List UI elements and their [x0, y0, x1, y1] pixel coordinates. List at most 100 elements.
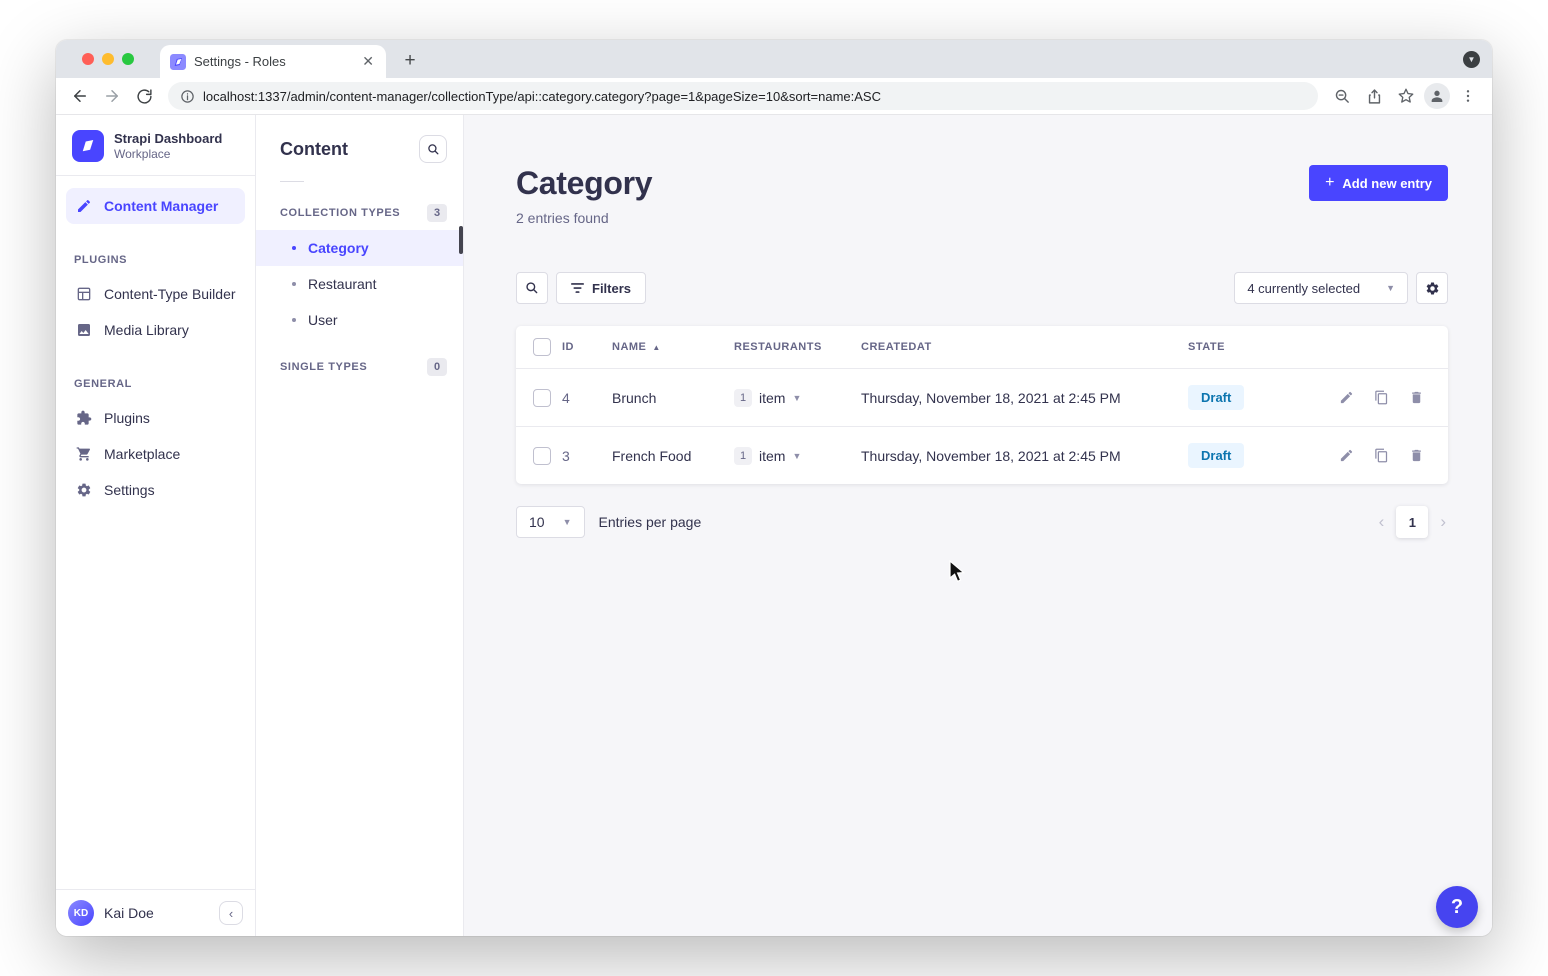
entries-table: ID NAME▲ RESTAURANTS CREATEDAT STATE 4 B…	[516, 326, 1448, 484]
filters-button[interactable]: Filters	[556, 272, 646, 304]
window-close-button[interactable]	[82, 53, 94, 65]
page-size-select[interactable]: 10 ▼	[516, 506, 585, 538]
previous-page-icon[interactable]: ‹	[1377, 512, 1387, 532]
help-button[interactable]: ?	[1436, 886, 1478, 928]
subnav-item-label: Category	[308, 240, 369, 256]
subnav-item-restaurant[interactable]: Restaurant	[256, 266, 463, 302]
window-fullscreen-button[interactable]	[122, 53, 134, 65]
sidebar-item-content-type-builder[interactable]: Content-Type Builder	[66, 276, 245, 312]
tab-search-button[interactable]: ▼	[1463, 51, 1480, 68]
sidebar-item-label: Marketplace	[104, 446, 180, 462]
sidebar-item-marketplace[interactable]: Marketplace	[66, 436, 245, 472]
single-types-count-badge: 0	[427, 358, 447, 376]
user-profile[interactable]: KD Kai Doe ‹	[56, 889, 255, 936]
gear-icon	[74, 482, 94, 498]
browser-profile-icon[interactable]	[1424, 83, 1450, 109]
relation-count-badge: 1	[734, 389, 752, 407]
strapi-app: Strapi Dashboard Workplace Content Manag…	[56, 115, 1492, 936]
state-badge: Draft	[1188, 385, 1244, 410]
sidebar-section-plugins: PLUGINS	[56, 236, 255, 276]
table-row[interactable]: 3 French Food 1 item ▼ Thursday, Novembe…	[516, 426, 1448, 484]
content-subnav: Content COLLECTION TYPES 3 Category Rest…	[256, 115, 464, 936]
relation-count-badge: 1	[734, 447, 752, 465]
workspace-switcher[interactable]: Strapi Dashboard Workplace	[56, 115, 255, 175]
delete-icon[interactable]	[1409, 448, 1424, 463]
reload-icon[interactable]	[130, 82, 158, 110]
subnav-title: Content	[280, 139, 348, 160]
view-settings-button[interactable]	[1416, 272, 1448, 304]
next-page-icon[interactable]: ›	[1438, 512, 1448, 532]
edit-icon[interactable]	[1339, 390, 1354, 405]
subnav-item-label: Restaurant	[308, 276, 376, 292]
fields-select[interactable]: 4 currently selected ▼	[1234, 272, 1408, 304]
main-sidebar: Strapi Dashboard Workplace Content Manag…	[56, 115, 256, 936]
search-entries-button[interactable]	[516, 272, 548, 304]
browser-menu-icon[interactable]	[1454, 82, 1482, 110]
cell-name: French Food	[612, 448, 734, 464]
content-type-builder-icon	[74, 286, 94, 302]
back-icon[interactable]	[66, 82, 94, 110]
main-content: Category 2 entries found + Add new entry	[464, 115, 1492, 936]
column-header-restaurants[interactable]: RESTAURANTS	[734, 341, 861, 353]
page-number-button[interactable]: 1	[1396, 506, 1428, 538]
collapse-sidebar-button[interactable]: ‹	[219, 901, 243, 925]
app-name: Strapi Dashboard	[114, 131, 222, 147]
sort-asc-icon: ▲	[652, 343, 660, 352]
forward-icon[interactable]	[98, 82, 126, 110]
duplicate-icon[interactable]	[1374, 390, 1389, 405]
subnav-item-category[interactable]: Category	[256, 230, 463, 266]
edit-icon[interactable]	[1339, 448, 1354, 463]
cell-id: 3	[562, 448, 612, 464]
cell-name: Brunch	[612, 390, 734, 406]
bullet-icon	[292, 282, 296, 286]
workspace-name: Workplace	[114, 147, 222, 161]
column-header-id[interactable]: ID	[562, 341, 612, 353]
cell-restaurants[interactable]: 1 item ▼	[734, 447, 861, 465]
new-tab-button[interactable]: +	[396, 47, 424, 75]
page-size-value: 10	[529, 514, 545, 530]
sidebar-item-settings[interactable]: Settings	[66, 472, 245, 508]
cell-createdat: Thursday, November 18, 2021 at 2:45 PM	[861, 448, 1188, 464]
share-icon[interactable]	[1360, 82, 1388, 110]
pagination: 10 ▼ Entries per page ‹ 1 ›	[516, 506, 1448, 538]
row-checkbox[interactable]	[533, 389, 551, 407]
subnav-search-button[interactable]	[419, 135, 447, 163]
add-new-entry-button[interactable]: + Add new entry	[1309, 165, 1448, 201]
collection-types-count-badge: 3	[427, 204, 447, 222]
sidebar-item-label: Content-Type Builder	[104, 286, 236, 302]
column-header-state[interactable]: STATE	[1188, 341, 1304, 353]
subnav-item-user[interactable]: User	[256, 302, 463, 338]
cell-createdat: Thursday, November 18, 2021 at 2:45 PM	[861, 390, 1188, 406]
browser-tab[interactable]: Settings - Roles ✕	[160, 45, 386, 78]
zoom-out-icon[interactable]	[1328, 82, 1356, 110]
fields-select-value: 4 currently selected	[1247, 281, 1360, 296]
sidebar-item-plugins[interactable]: Plugins	[66, 400, 245, 436]
user-name: Kai Doe	[104, 905, 154, 921]
site-info-icon[interactable]	[180, 89, 195, 104]
bookmark-star-icon[interactable]	[1392, 82, 1420, 110]
table-row[interactable]: 4 Brunch 1 item ▼ Thursday, November 18,…	[516, 368, 1448, 426]
address-bar[interactable]: localhost:1337/admin/content-manager/col…	[168, 82, 1318, 110]
plus-icon: +	[1325, 175, 1334, 191]
content-manager-icon	[74, 198, 94, 214]
column-header-name[interactable]: NAME▲	[612, 341, 734, 353]
tab-strip: Settings - Roles ✕ + ▼	[56, 40, 1492, 78]
cell-restaurants[interactable]: 1 item ▼	[734, 389, 861, 407]
column-header-createdat[interactable]: CREATEDAT	[861, 341, 1188, 353]
puzzle-icon	[74, 410, 94, 426]
sidebar-section-general: GENERAL	[56, 360, 255, 400]
chevron-down-icon: ▼	[563, 517, 572, 527]
chevron-down-icon: ▼	[792, 393, 801, 403]
row-checkbox[interactable]	[533, 447, 551, 465]
sidebar-item-content-manager[interactable]: Content Manager	[66, 188, 245, 224]
sidebar-item-media-library[interactable]: Media Library	[66, 312, 245, 348]
duplicate-icon[interactable]	[1374, 448, 1389, 463]
tab-title: Settings - Roles	[194, 54, 352, 69]
subnav-scrollbar[interactable]	[459, 226, 463, 254]
entries-per-page-label: Entries per page	[599, 514, 702, 530]
select-all-checkbox[interactable]	[533, 338, 551, 356]
tab-close-icon[interactable]: ✕	[360, 53, 376, 70]
delete-icon[interactable]	[1409, 390, 1424, 405]
filter-icon	[571, 282, 584, 294]
window-minimize-button[interactable]	[102, 53, 114, 65]
